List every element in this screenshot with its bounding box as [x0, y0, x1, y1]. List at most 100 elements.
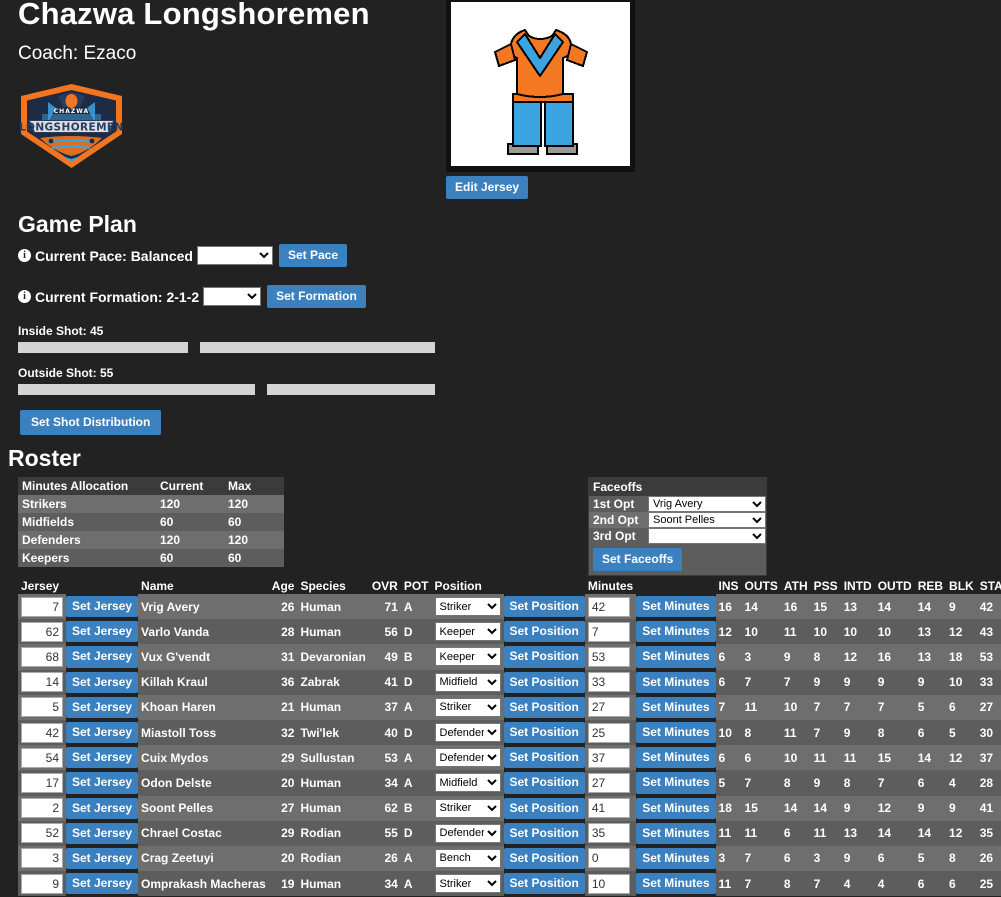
- position-select[interactable]: StrikerMidfieldDefenderKeeperBench: [434, 874, 501, 894]
- set-jersey-button[interactable]: Set Jersey: [66, 847, 139, 870]
- minutes-input[interactable]: [587, 823, 630, 844]
- set-position-button[interactable]: Set Position: [503, 721, 585, 744]
- set-jersey-button[interactable]: Set Jersey: [66, 747, 139, 769]
- set-position-button[interactable]: Set Position: [503, 621, 585, 643]
- set-jersey-cell: Set Jersey: [66, 670, 139, 695]
- edit-jersey-button[interactable]: Edit Jersey: [446, 176, 529, 200]
- set-minutes-button[interactable]: Set Minutes: [636, 671, 716, 693]
- jersey-input[interactable]: [21, 747, 63, 768]
- set-position-button[interactable]: Set Position: [503, 772, 585, 794]
- info-icon[interactable]: i: [18, 290, 31, 304]
- set-jersey-button[interactable]: Set Jersey: [66, 873, 139, 895]
- position-select[interactable]: StrikerMidfieldDefenderKeeperBench: [434, 823, 501, 843]
- set-position-button[interactable]: Set Position: [503, 671, 585, 693]
- jersey-input[interactable]: [21, 772, 63, 793]
- faceoff-3rd-select[interactable]: [648, 528, 766, 544]
- set-minutes-button[interactable]: Set Minutes: [636, 822, 716, 844]
- set-minutes-button[interactable]: Set Minutes: [636, 621, 716, 643]
- group-name: Strikers: [18, 495, 156, 513]
- stat-pss: 3: [810, 845, 841, 872]
- jersey-input[interactable]: [21, 697, 63, 718]
- jersey-input[interactable]: [21, 873, 63, 894]
- set-minutes-button[interactable]: Set Minutes: [636, 797, 716, 819]
- set-pace-button[interactable]: Set Pace: [278, 244, 347, 268]
- set-position-button[interactable]: Set Position: [503, 696, 585, 718]
- set-position-button[interactable]: Set Position: [503, 822, 585, 844]
- position-select[interactable]: StrikerMidfieldDefenderKeeperBench: [434, 647, 501, 667]
- position-select[interactable]: StrikerMidfieldDefenderKeeperBench: [434, 723, 501, 743]
- minutes-input[interactable]: [587, 697, 630, 718]
- stat-ins: 6: [715, 745, 742, 771]
- pace-select[interactable]: [196, 246, 273, 266]
- minutes-input[interactable]: [587, 722, 630, 743]
- set-minutes-button[interactable]: Set Minutes: [636, 873, 716, 895]
- set-jersey-button[interactable]: Set Jersey: [66, 772, 139, 794]
- position-cell: StrikerMidfieldDefenderKeeperBench: [431, 795, 504, 821]
- roster-heading: Roster: [8, 445, 81, 471]
- jersey-input[interactable]: [21, 672, 63, 693]
- set-position-button[interactable]: Set Position: [503, 797, 585, 819]
- minutes-input[interactable]: [587, 672, 630, 693]
- minutes-input[interactable]: [587, 848, 630, 869]
- set-jersey-button[interactable]: Set Jersey: [66, 721, 139, 744]
- player-pot: B: [400, 644, 432, 670]
- set-minutes-button[interactable]: Set Minutes: [636, 646, 716, 668]
- set-formation-button[interactable]: Set Formation: [267, 285, 366, 309]
- minutes-input[interactable]: [587, 621, 630, 642]
- set-minutes-button[interactable]: Set Minutes: [636, 596, 716, 618]
- set-shot-distribution-button[interactable]: Set Shot Distribution: [20, 410, 162, 436]
- minutes-input[interactable]: [587, 873, 630, 894]
- outside-shot-slider[interactable]: [18, 384, 435, 395]
- minutes-input[interactable]: [587, 747, 630, 768]
- minutes-input[interactable]: [587, 772, 630, 793]
- set-faceoffs-button[interactable]: Set Faceoffs: [593, 548, 683, 572]
- set-minutes-button[interactable]: Set Minutes: [636, 772, 716, 794]
- jersey-input[interactable]: [21, 823, 63, 844]
- set-jersey-button[interactable]: Set Jersey: [66, 671, 139, 693]
- minutes-input[interactable]: [587, 596, 630, 617]
- position-select[interactable]: StrikerMidfieldDefenderKeeperBench: [434, 773, 501, 793]
- set-jersey-button[interactable]: Set Jersey: [66, 696, 139, 718]
- set-position-button[interactable]: Set Position: [503, 873, 585, 895]
- position-select[interactable]: StrikerMidfieldDefenderKeeperBench: [434, 622, 501, 642]
- formation-select[interactable]: [203, 287, 262, 307]
- set-minutes-button[interactable]: Set Minutes: [636, 696, 716, 718]
- minutes-input[interactable]: [587, 646, 630, 667]
- jersey-input[interactable]: [21, 848, 63, 869]
- set-jersey-button[interactable]: Set Jersey: [66, 646, 139, 668]
- position-cell: StrikerMidfieldDefenderKeeperBench: [431, 820, 504, 846]
- jersey-input[interactable]: [21, 621, 63, 642]
- jersey-input[interactable]: [21, 596, 63, 617]
- minutes-input[interactable]: [587, 798, 630, 819]
- position-select[interactable]: StrikerMidfieldDefenderKeeperBench: [434, 748, 501, 768]
- jersey-input[interactable]: [21, 798, 63, 819]
- set-minutes-button[interactable]: Set Minutes: [636, 721, 716, 744]
- current-pace-label: Current Pace: Balanced: [35, 247, 193, 264]
- set-jersey-button[interactable]: Set Jersey: [66, 596, 139, 618]
- inside-shot-slider[interactable]: [18, 342, 435, 353]
- info-icon[interactable]: i: [18, 249, 31, 263]
- player-species: Rodian: [297, 845, 369, 872]
- position-select[interactable]: StrikerMidfieldDefenderKeeperBench: [434, 697, 501, 717]
- set-jersey-button[interactable]: Set Jersey: [66, 797, 139, 819]
- set-position-button[interactable]: Set Position: [503, 747, 585, 769]
- set-minutes-cell: Set Minutes: [636, 846, 716, 871]
- table-row: Set JerseyKhoan Haren21Human37AStrikerMi…: [18, 694, 1001, 720]
- set-jersey-button[interactable]: Set Jersey: [66, 621, 139, 643]
- stat-ins: 5: [715, 770, 742, 796]
- set-position-button[interactable]: Set Position: [503, 847, 585, 870]
- set-position-button[interactable]: Set Position: [503, 646, 585, 668]
- faceoff-2nd-select[interactable]: Soont Pelles: [648, 512, 766, 528]
- position-select[interactable]: StrikerMidfieldDefenderKeeperBench: [434, 848, 501, 868]
- set-jersey-button[interactable]: Set Jersey: [66, 822, 139, 844]
- position-select[interactable]: StrikerMidfieldDefenderKeeperBench: [434, 672, 501, 692]
- jersey-input[interactable]: [21, 646, 63, 667]
- position-select[interactable]: StrikerMidfieldDefenderKeeperBench: [434, 798, 501, 818]
- position-select[interactable]: StrikerMidfieldDefenderKeeperBench: [434, 597, 501, 617]
- faceoff-1st-select[interactable]: Vrig Avery: [648, 496, 766, 512]
- stat-outs: 7: [741, 770, 781, 796]
- set-minutes-button[interactable]: Set Minutes: [636, 847, 716, 870]
- jersey-input[interactable]: [21, 722, 63, 743]
- set-minutes-button[interactable]: Set Minutes: [636, 747, 716, 769]
- set-position-button[interactable]: Set Position: [503, 596, 585, 618]
